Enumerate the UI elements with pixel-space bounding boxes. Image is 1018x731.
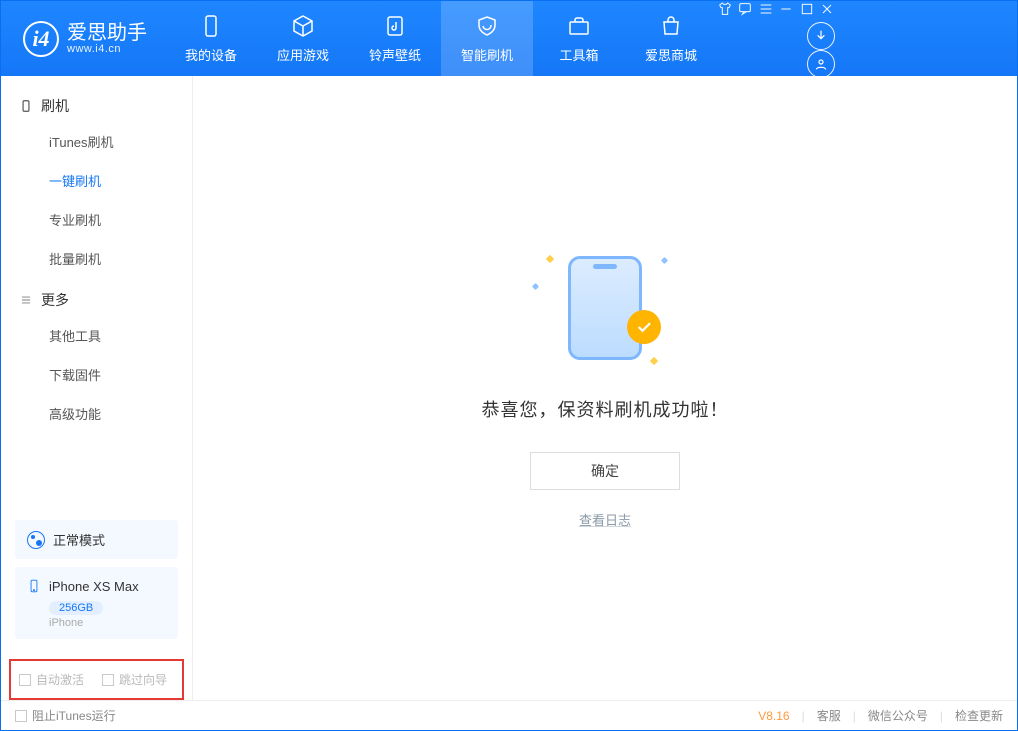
phone-outline-icon — [19, 99, 33, 113]
app-name: 爱思助手 — [67, 23, 147, 43]
tab-store[interactable]: 爱思商城 — [625, 1, 717, 76]
device-capacity-badge: 256GB — [49, 601, 103, 615]
status-link-wechat[interactable]: 微信公众号 — [868, 707, 928, 724]
checkbox-icon — [15, 710, 27, 722]
cube-icon — [290, 13, 316, 39]
success-message: 恭喜您，保资料刷机成功啦！ — [482, 396, 729, 422]
ok-button[interactable]: 确定 — [530, 452, 680, 490]
device-name-label: iPhone XS Max — [49, 579, 139, 594]
device-type-label: iPhone — [49, 617, 166, 629]
sidebar-item-batch-flash[interactable]: 批量刷机 — [1, 239, 192, 278]
main-content: 恭喜您，保资料刷机成功啦！ 确定 查看日志 — [193, 76, 1017, 700]
checkbox-auto-activate[interactable]: 自动激活 — [19, 671, 84, 688]
app-logo: i4 爱思助手 www.i4.cn — [1, 21, 165, 57]
sidebar-item-download-firmware[interactable]: 下载固件 — [1, 355, 192, 394]
device-mode-card[interactable]: 正常模式 — [15, 520, 178, 559]
checkbox-icon — [19, 674, 31, 686]
menu-icon[interactable] — [758, 4, 774, 21]
sidebar-item-onekey-flash[interactable]: 一键刷机 — [1, 161, 192, 200]
shopping-bag-icon — [658, 13, 684, 39]
sidebar-section-more: 更多 — [1, 278, 192, 316]
maximize-icon[interactable] — [799, 4, 815, 21]
status-link-update[interactable]: 检查更新 — [955, 707, 1003, 724]
tab-toolbox[interactable]: 工具箱 — [533, 1, 625, 76]
tshirt-icon[interactable] — [717, 4, 733, 21]
sidebar-item-other-tools[interactable]: 其他工具 — [1, 316, 192, 355]
app-url: www.i4.cn — [67, 43, 147, 55]
view-log-link[interactable]: 查看日志 — [579, 510, 631, 529]
sparkle-icon — [661, 256, 668, 263]
close-icon[interactable] — [819, 4, 835, 21]
device-card[interactable]: iPhone XS Max 256GB iPhone — [15, 567, 178, 639]
sparkle-icon — [546, 254, 554, 262]
feedback-icon[interactable] — [737, 4, 753, 21]
app-window: i4 爱思助手 www.i4.cn 我的设备 应用游戏 铃声壁纸 智能刷机 — [0, 0, 1018, 731]
toolbox-icon — [566, 13, 592, 39]
checkbox-block-itunes[interactable]: 阻止iTunes运行 — [15, 707, 116, 724]
mode-icon — [27, 531, 45, 549]
tab-my-device[interactable]: 我的设备 — [165, 1, 257, 76]
window-controls — [717, 1, 835, 22]
tab-apps-games[interactable]: 应用游戏 — [257, 1, 349, 76]
minimize-icon[interactable] — [778, 4, 794, 21]
list-icon — [19, 293, 33, 307]
user-button[interactable] — [807, 50, 835, 78]
sidebar-item-itunes-flash[interactable]: iTunes刷机 — [1, 122, 192, 161]
tab-smart-flash[interactable]: 智能刷机 — [441, 1, 533, 76]
status-bar: 阻止iTunes运行 V8.16 | 客服 | 微信公众号 | 检查更新 — [1, 700, 1017, 730]
tab-ringtones-wallpapers[interactable]: 铃声壁纸 — [349, 1, 441, 76]
checkbox-icon — [102, 674, 114, 686]
options-highlight-box: 自动激活 跳过向导 — [9, 659, 184, 700]
sparkle-icon — [650, 356, 658, 364]
checkbox-skip-guide[interactable]: 跳过向导 — [102, 671, 167, 688]
sidebar-item-pro-flash[interactable]: 专业刷机 — [1, 200, 192, 239]
check-circle-icon — [627, 310, 661, 344]
device-phone-icon — [27, 577, 41, 595]
phone-icon — [198, 13, 224, 39]
music-note-icon — [382, 13, 408, 39]
logo-icon: i4 — [23, 21, 59, 57]
body: 刷机 iTunes刷机 一键刷机 专业刷机 批量刷机 更多 其他工具 下载固件 … — [1, 76, 1017, 700]
success-illustration — [525, 248, 685, 368]
version-label: V8.16 — [758, 709, 789, 723]
phone-illustration-icon — [568, 256, 642, 360]
refresh-shield-icon — [474, 13, 500, 39]
sparkle-icon — [532, 282, 539, 289]
title-bar: i4 爱思助手 www.i4.cn 我的设备 应用游戏 铃声壁纸 智能刷机 — [1, 1, 1017, 76]
status-link-support[interactable]: 客服 — [817, 707, 841, 724]
sidebar-section-flash: 刷机 — [1, 84, 192, 122]
sidebar: 刷机 iTunes刷机 一键刷机 专业刷机 批量刷机 更多 其他工具 下载固件 … — [1, 76, 193, 700]
download-button[interactable] — [807, 22, 835, 50]
main-tabs: 我的设备 应用游戏 铃声壁纸 智能刷机 工具箱 爱思商城 — [165, 1, 717, 76]
sidebar-item-advanced[interactable]: 高级功能 — [1, 394, 192, 433]
